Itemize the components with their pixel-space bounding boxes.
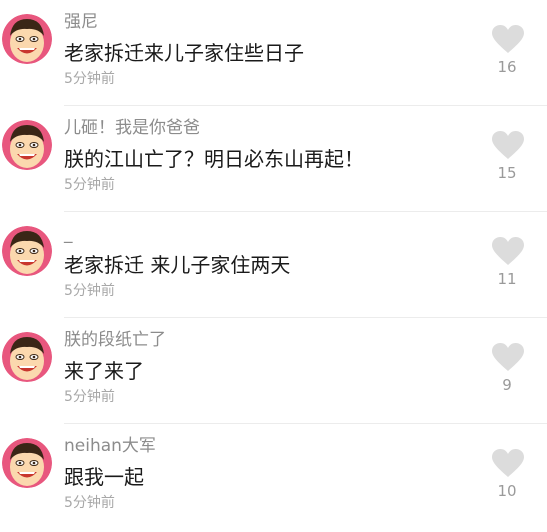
heart-icon <box>492 25 524 53</box>
comment-item: neihan大军 跟我一起 5分钟前 10 <box>0 424 547 530</box>
avatar[interactable] <box>2 120 52 170</box>
cartoon-face-icon <box>2 226 52 276</box>
comment-text: 老家拆迁 来儿子家住两天 <box>64 253 291 277</box>
like-count: 16 <box>497 58 517 76</box>
like-button[interactable]: 11 <box>477 236 547 316</box>
comment-time: 5分钟前 <box>64 71 115 87</box>
like-count: 11 <box>497 270 517 288</box>
like-button[interactable]: 9 <box>477 342 547 422</box>
like-button[interactable]: 16 <box>477 24 547 104</box>
comment-time: 5分钟前 <box>64 177 115 193</box>
comment-list: 强尼 老家拆迁来儿子家住些日子 5分钟前 16 儿砸！我是你爸爸 朕的江山亡了？… <box>0 0 547 532</box>
comment-username[interactable]: 儿砸！我是你爸爸 <box>64 118 200 138</box>
like-count: 9 <box>502 376 512 394</box>
comment-time: 5分钟前 <box>64 283 115 299</box>
heart-icon <box>492 237 524 265</box>
comment-text: 老家拆迁来儿子家住些日子 <box>64 41 304 65</box>
avatar[interactable] <box>2 332 52 382</box>
cartoon-face-icon <box>2 14 52 64</box>
comment-item: _ 老家拆迁 来儿子家住两天 5分钟前 11 <box>0 212 547 318</box>
comment-text: 来了来了 <box>64 359 144 383</box>
comment-time: 5分钟前 <box>64 389 115 405</box>
comment-text: 跟我一起 <box>64 465 144 489</box>
comment-item: 朕的段纸亡了 来了来了 5分钟前 9 <box>0 318 547 424</box>
comment-time: 5分钟前 <box>64 495 115 511</box>
comment-item: 儿砸！我是你爸爸 朕的江山亡了？明日必东山再起！ 5分钟前 15 <box>0 106 547 212</box>
heart-icon <box>492 343 524 371</box>
comment-username[interactable]: 朕的段纸亡了 <box>64 330 166 350</box>
like-button[interactable]: 10 <box>477 448 547 528</box>
avatar[interactable] <box>2 438 52 488</box>
cartoon-face-icon <box>2 438 52 488</box>
comment-item: 强尼 老家拆迁来儿子家住些日子 5分钟前 16 <box>0 0 547 106</box>
comment-text: 朕的江山亡了？明日必东山再起！ <box>64 147 364 171</box>
like-count: 10 <box>497 482 517 500</box>
avatar[interactable] <box>2 14 52 64</box>
cartoon-face-icon <box>2 120 52 170</box>
cartoon-face-icon <box>2 332 52 382</box>
comment-username[interactable]: neihan大军 <box>64 436 156 456</box>
avatar[interactable] <box>2 226 52 276</box>
like-count: 15 <box>497 164 517 182</box>
like-button[interactable]: 15 <box>477 130 547 210</box>
comment-username[interactable]: _ <box>64 224 73 244</box>
comment-username[interactable]: 强尼 <box>64 12 98 32</box>
heart-icon <box>492 449 524 477</box>
heart-icon <box>492 131 524 159</box>
